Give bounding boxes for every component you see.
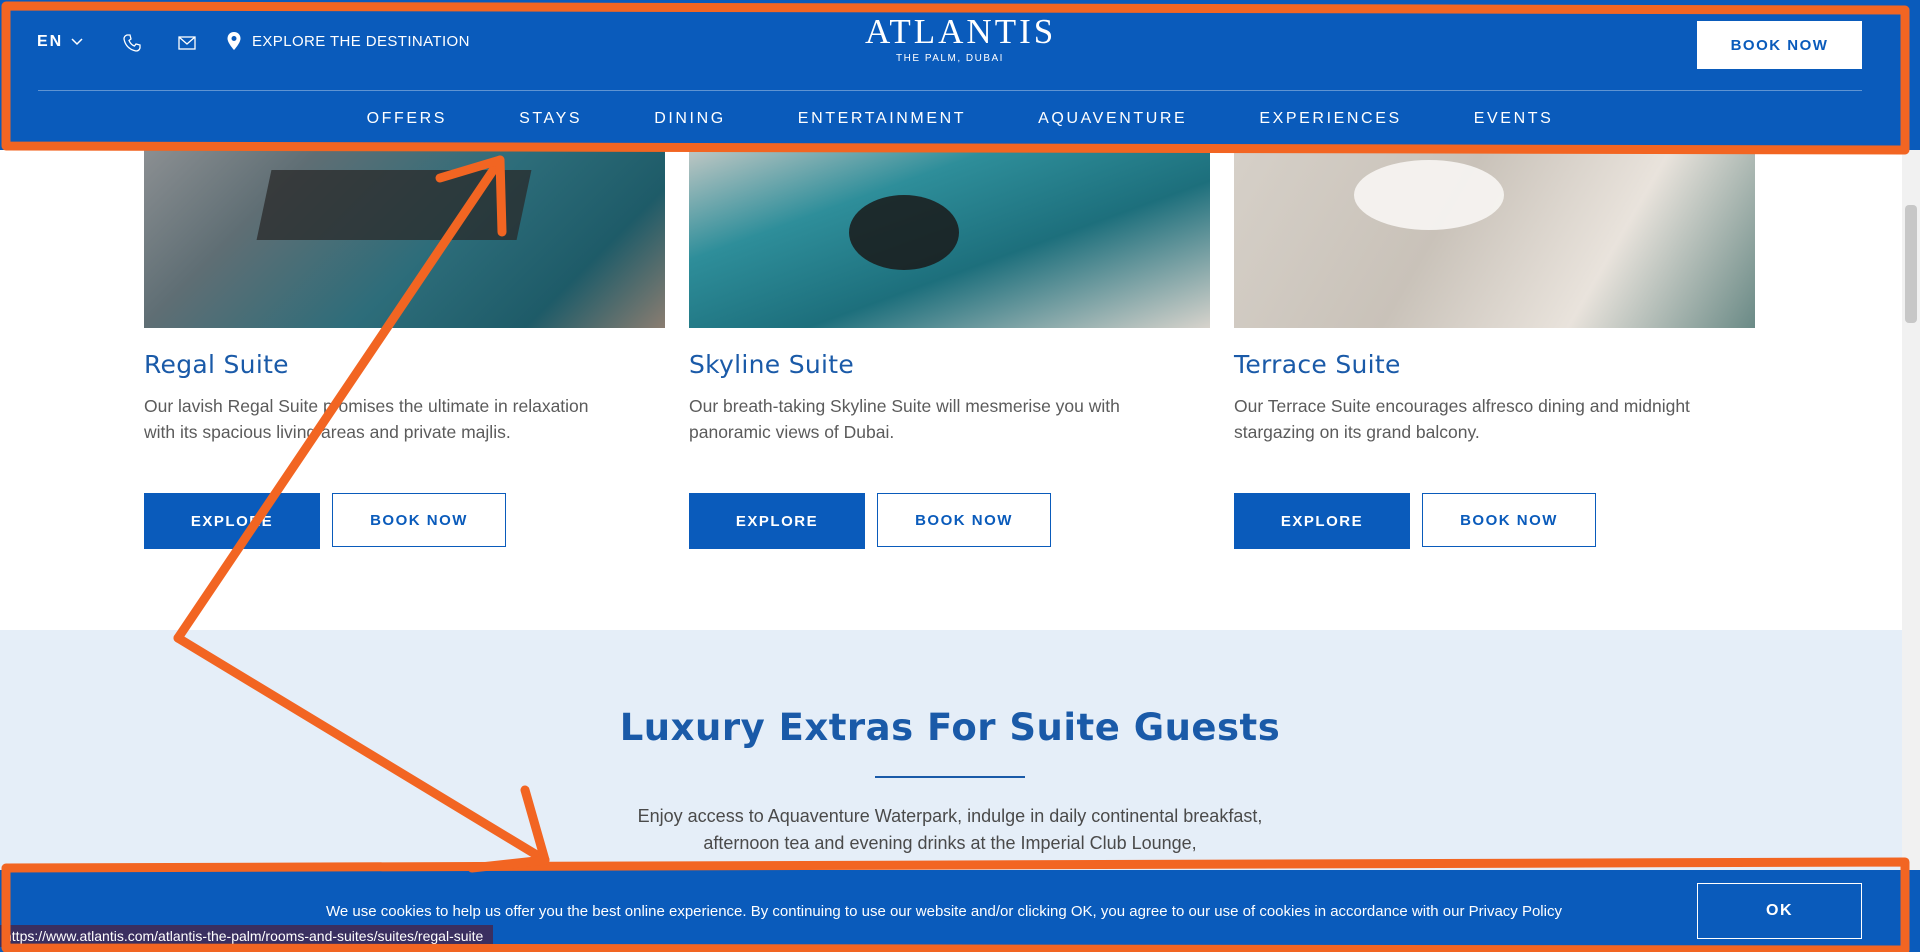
logo-title: ATLANTIS: [865, 12, 1057, 51]
suite-actions: EXPLORE BOOK NOW: [689, 493, 1051, 549]
nav-item-aquaventure[interactable]: AQUAVENTURE: [1002, 106, 1223, 132]
book-now-button[interactable]: BOOK NOW: [1422, 493, 1596, 547]
suite-actions: EXPLORE BOOK NOW: [1234, 493, 1596, 549]
suite-title[interactable]: Regal Suite: [144, 350, 665, 379]
location-pin-icon: [227, 32, 241, 50]
explore-button[interactable]: EXPLORE: [1234, 493, 1410, 549]
suite-card-terrace: Terrace Suite Our Terrace Suite encourag…: [1234, 150, 1755, 549]
nav-item-dining[interactable]: DINING: [618, 106, 762, 132]
header-divider: [38, 90, 1862, 91]
suite-title[interactable]: Skyline Suite: [689, 350, 1210, 379]
suite-card-skyline: Skyline Suite Our breath-taking Skyline …: [689, 150, 1210, 549]
phone-icon[interactable]: [122, 33, 142, 53]
atlantis-logo[interactable]: ATLANTIS THE PALM, DUBAI: [865, 12, 1057, 65]
suite-description: Our breath-taking Skyline Suite will mes…: [689, 396, 1120, 442]
extras-description: Enjoy access to Aquaventure Waterpark, i…: [637, 806, 1263, 853]
nav-item-stays[interactable]: STAYS: [483, 106, 618, 132]
suite-description: Our Terrace Suite encourages alfresco di…: [1234, 396, 1690, 442]
book-now-button[interactable]: BOOK NOW: [877, 493, 1051, 547]
language-selector[interactable]: EN: [37, 33, 83, 51]
logo-subtitle: THE PALM, DUBAI: [896, 53, 1004, 64]
header-book-now-button[interactable]: BOOK NOW: [1697, 21, 1862, 69]
regal-suite-image[interactable]: [144, 150, 665, 328]
suite-title[interactable]: Terrace Suite: [1234, 350, 1755, 379]
terrace-suite-image[interactable]: [1234, 150, 1755, 328]
language-label: EN: [37, 33, 64, 50]
mail-icon[interactable]: [177, 33, 197, 53]
cookie-message: We use cookies to help us offer you the …: [326, 903, 1562, 920]
chevron-down-icon: [71, 38, 83, 46]
book-now-button[interactable]: BOOK NOW: [332, 493, 506, 547]
suite-actions: EXPLORE BOOK NOW: [144, 493, 506, 549]
nav-item-experiences[interactable]: EXPERIENCES: [1223, 106, 1437, 132]
explore-button[interactable]: EXPLORE: [689, 493, 865, 549]
suite-description: Our lavish Regal Suite promises the ulti…: [144, 396, 589, 442]
status-bar-url: https://www.atlantis.com/atlantis-the-pa…: [0, 925, 494, 947]
suites-section: Regal Suite Our lavish Regal Suite promi…: [0, 150, 1920, 630]
site-header: EN EXPLORE THE DESTINATION ATLANTIS THE …: [0, 0, 1920, 150]
cookie-ok-button[interactable]: OK: [1697, 883, 1862, 939]
explore-destination-label: EXPLORE THE DESTINATION: [252, 32, 470, 50]
suite-card-regal: Regal Suite Our lavish Regal Suite promi…: [144, 150, 665, 549]
nav-item-events[interactable]: EVENTS: [1438, 106, 1590, 132]
extras-heading: Luxury Extras For Suite Guests: [619, 706, 1281, 749]
nav-item-entertainment[interactable]: ENTERTAINMENT: [762, 106, 1002, 132]
nav-item-offers[interactable]: OFFERS: [331, 106, 484, 132]
heading-underline: [875, 776, 1025, 778]
explore-button[interactable]: EXPLORE: [144, 493, 320, 549]
explore-destination-link[interactable]: EXPLORE THE DESTINATION: [226, 31, 470, 51]
skyline-suite-image[interactable]: [689, 150, 1210, 328]
scrollbar-thumb[interactable]: [1905, 205, 1917, 323]
header-top-bar: EN EXPLORE THE DESTINATION ATLANTIS THE …: [0, 0, 1920, 90]
main-nav: OFFERS STAYS DINING ENTERTAINMENT AQUAVE…: [0, 106, 1920, 132]
